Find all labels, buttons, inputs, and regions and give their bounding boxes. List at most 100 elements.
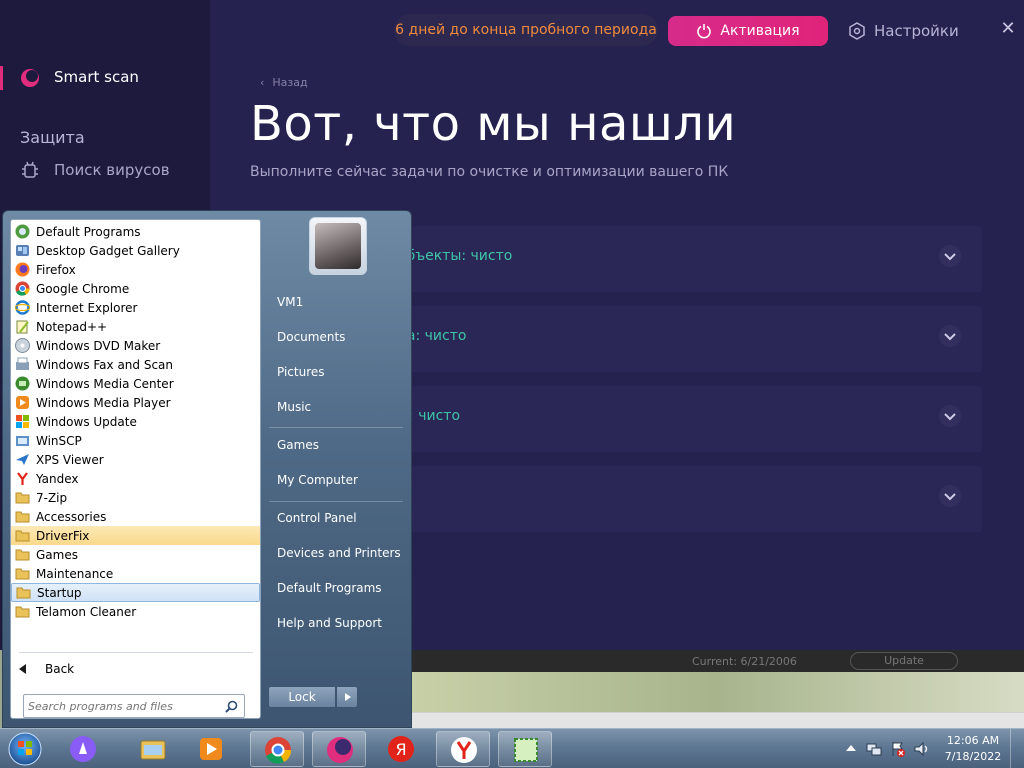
page-title: Вот, что мы нашли — [250, 96, 737, 152]
back-label: Back — [45, 662, 75, 676]
chevron-down-icon[interactable] — [938, 484, 962, 508]
start-item-my-computer[interactable]: My Computer — [277, 473, 358, 487]
bug-icon — [22, 161, 38, 178]
alice-icon — [70, 736, 96, 762]
program-label: 7-Zip — [36, 490, 68, 505]
folder-games[interactable]: Games — [11, 545, 260, 564]
start-item-documents[interactable]: Documents — [277, 330, 345, 344]
folder-driverfix[interactable]: DriverFix — [11, 526, 260, 545]
network-icon[interactable] — [866, 741, 882, 757]
start-item-control-panel[interactable]: Control Panel — [277, 511, 357, 525]
start-item-vm1[interactable]: VM1 — [277, 295, 303, 309]
chevron-down-icon[interactable] — [938, 244, 962, 268]
program-desktop-gadget-gallery[interactable]: Desktop Gadget Gallery — [11, 241, 260, 260]
start-orb-icon[interactable] — [6, 731, 44, 767]
action-center-icon[interactable] — [890, 741, 906, 757]
active-indicator — [0, 66, 3, 90]
lock-button[interactable]: Lock — [268, 686, 336, 708]
program-windows-update[interactable]: Windows Update — [11, 412, 260, 431]
taskbar-explorer[interactable] — [126, 731, 180, 767]
user-picture[interactable] — [309, 217, 367, 275]
start-item-pictures[interactable]: Pictures — [277, 365, 325, 379]
firefox-icon — [15, 262, 30, 277]
folder-icon — [15, 492, 30, 504]
start-item-help-and-support[interactable]: Help and Support — [277, 616, 382, 630]
ie-icon — [15, 300, 30, 315]
start-item-music[interactable]: Music — [277, 400, 311, 414]
divider — [269, 501, 403, 502]
settings-label: Настройки — [874, 22, 959, 40]
search-icon[interactable] — [225, 700, 238, 713]
program-label: Firefox — [36, 262, 76, 277]
divider — [269, 427, 403, 428]
show-hidden-icons-icon[interactable] — [846, 745, 856, 751]
background-window-status: Current: 6/21/2006 Update — [410, 650, 1024, 672]
taskbar-chrome[interactable] — [250, 731, 304, 767]
close-icon[interactable]: ✕ — [998, 18, 1018, 40]
folder-maintenance[interactable]: Maintenance — [11, 564, 260, 583]
program-firefox[interactable]: Firefox — [11, 260, 260, 279]
back-link[interactable]: ‹ Назад — [260, 76, 308, 89]
folder-icon — [16, 587, 31, 599]
sidebar-item-smart-scan[interactable]: Smart scan — [0, 64, 210, 92]
settings-button[interactable]: Настройки — [848, 20, 959, 42]
folder-7zip[interactable]: 7-Zip — [11, 488, 260, 507]
start-item-default-programs[interactable]: Default Programs — [277, 581, 382, 595]
avatar — [315, 223, 361, 269]
program-label: WinSCP — [36, 433, 82, 448]
program-label: Google Chrome — [36, 281, 130, 296]
program-default-programs[interactable]: Default Programs — [11, 222, 260, 241]
system-clock[interactable]: 12:06 AM 7/18/2022 — [940, 733, 1006, 765]
trial-badge: 6 дней до конца пробного периода — [394, 14, 658, 46]
search-box[interactable] — [23, 694, 245, 718]
divider — [19, 652, 253, 653]
folder-icon — [15, 530, 30, 542]
program-google-chrome[interactable]: Google Chrome — [11, 279, 260, 298]
gadget-icon — [16, 245, 29, 256]
taskbar-snip[interactable] — [498, 731, 552, 767]
program-windows-media-center[interactable]: Windows Media Center — [11, 374, 260, 393]
taskbar-alice[interactable] — [56, 731, 110, 767]
start-item-games[interactable]: Games — [277, 438, 319, 452]
activate-button[interactable]: Активация — [668, 16, 828, 46]
cleaner-icon — [327, 737, 353, 763]
program-windows-media-player[interactable]: Windows Media Player — [11, 393, 260, 412]
start-item-devices-and-printers[interactable]: Devices and Printers — [277, 546, 401, 560]
taskbar-cleaner[interactable] — [312, 731, 366, 767]
program-yandex[interactable]: Yandex — [11, 469, 260, 488]
power-icon — [697, 24, 712, 39]
chevron-down-icon[interactable] — [938, 404, 962, 428]
update-button[interactable]: Update — [850, 652, 958, 670]
taskbar-media-player[interactable] — [184, 731, 238, 767]
sidebar-item-virus-scan[interactable]: Поиск вирусов — [20, 158, 170, 182]
program-label: Windows Fax and Scan — [36, 357, 174, 372]
search-input[interactable] — [28, 698, 218, 714]
program-internet-explorer[interactable]: Internet Explorer — [11, 298, 260, 317]
folder-telamon-cleaner[interactable]: Telamon Cleaner — [11, 602, 260, 621]
start-menu: Default Programs Desktop Gadget Gallery … — [2, 210, 412, 728]
program-xps-viewer[interactable]: XPS Viewer — [11, 450, 260, 469]
program-list: Default Programs Desktop Gadget Gallery … — [11, 222, 260, 621]
volume-icon[interactable] — [914, 741, 930, 757]
program-windows-dvd-maker[interactable]: Windows DVD Maker — [11, 336, 260, 355]
folder-accessories[interactable]: Accessories — [11, 507, 260, 526]
chevron-down-icon[interactable] — [938, 324, 962, 348]
taskbar-yandex-browser[interactable]: Я — [374, 731, 428, 767]
media-player-icon — [200, 738, 222, 760]
program-windows-fax-and-scan[interactable]: Windows Fax and Scan — [11, 355, 260, 374]
folder-icon — [15, 511, 30, 523]
svg-text:Я: Я — [395, 740, 406, 759]
folder-startup[interactable]: Startup — [11, 583, 260, 602]
update-icon — [16, 415, 29, 428]
program-label: Desktop Gadget Gallery — [36, 243, 180, 258]
program-label: Windows Media Center — [36, 376, 174, 391]
gear-icon — [849, 22, 865, 40]
shutdown-options-arrow[interactable] — [336, 686, 358, 708]
taskbar-yandex[interactable] — [436, 731, 490, 767]
program-winscp[interactable]: WinSCP — [11, 431, 260, 450]
program-notepadpp[interactable]: Notepad++ — [11, 317, 260, 336]
horizontal-scrollbar[interactable] — [410, 712, 1024, 728]
back-button[interactable]: Back — [19, 658, 74, 680]
program-label: Startup — [37, 585, 82, 600]
show-desktop-button[interactable] — [1010, 729, 1024, 768]
